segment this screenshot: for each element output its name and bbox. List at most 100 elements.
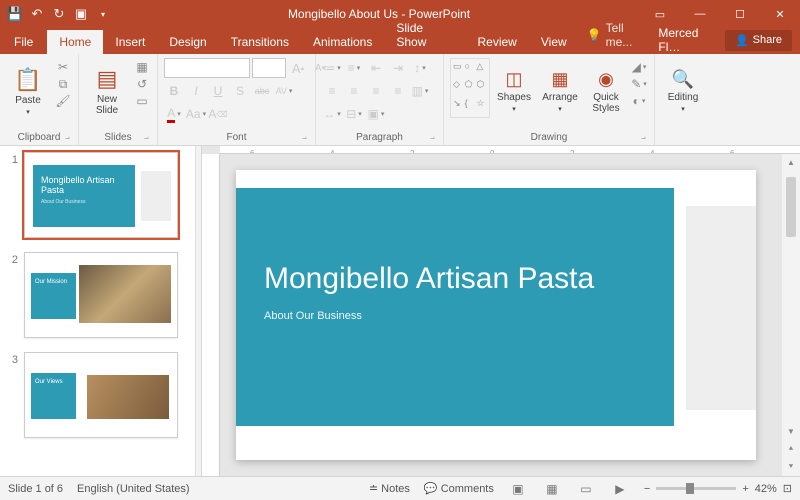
slide-canvas[interactable]: Mongibello Artisan Pasta About Our Busin… [220, 154, 782, 476]
shape-outline-icon[interactable]: ✎ [630, 77, 648, 91]
bold-button[interactable]: B [164, 81, 184, 101]
slide-title[interactable]: Mongibello Artisan Pasta [264, 262, 646, 296]
align-center-button[interactable]: ≡ [344, 81, 364, 101]
horizontal-ruler[interactable]: 6 4 2 0 2 4 6 [220, 146, 800, 154]
maximize-icon[interactable]: ☐ [720, 0, 760, 28]
bullets-button[interactable]: ≔ [322, 58, 342, 78]
current-slide[interactable]: Mongibello Artisan Pasta About Our Busin… [236, 170, 756, 460]
tab-home[interactable]: Home [47, 30, 103, 54]
format-painter-icon[interactable]: 🖌 [54, 94, 72, 108]
columns-button[interactable]: ▥ [410, 81, 430, 101]
arrange-label: Arrange [542, 92, 578, 103]
paste-button[interactable]: 📋Paste▾ [6, 58, 50, 124]
vertical-ruler[interactable] [202, 154, 220, 476]
clear-formatting-icon[interactable]: A⌫ [208, 104, 228, 124]
fit-to-window-icon[interactable]: ⊡ [783, 482, 792, 495]
user-area: Merced Fl… 👤Share [658, 26, 800, 54]
reset-icon[interactable]: ↺ [133, 77, 151, 91]
cut-icon[interactable]: ✂ [54, 60, 72, 74]
slideshow-view-icon[interactable]: ▶ [610, 482, 630, 496]
copy-icon[interactable]: ⧉ [54, 77, 72, 91]
tab-file[interactable]: File [0, 30, 47, 54]
grow-font-icon[interactable]: A▴ [288, 58, 308, 78]
reading-view-icon[interactable]: ▭ [576, 482, 596, 496]
vertical-scrollbar[interactable]: ▲ ▼ ⯅ ⯆ [782, 154, 800, 476]
redo-icon[interactable]: ↻ [50, 5, 68, 23]
scrollbar-thumb[interactable] [786, 177, 796, 237]
zoom-out-button[interactable]: − [644, 483, 650, 495]
smartart-button[interactable]: ▣ [366, 104, 386, 124]
zoom-slider[interactable] [656, 487, 736, 490]
thumbnail-1[interactable]: 1 Mongibello Artisan PastaAbout Our Busi… [8, 152, 193, 238]
scroll-up-icon[interactable]: ▲ [783, 154, 799, 171]
shadow-button[interactable]: S [230, 81, 250, 101]
tab-view[interactable]: View [529, 30, 579, 54]
arrange-button[interactable]: ▦Arrange▾ [538, 58, 582, 124]
save-icon[interactable]: 💾 [6, 5, 24, 23]
slide-side-placeholder[interactable] [686, 206, 756, 410]
minimize-icon[interactable]: — [680, 0, 720, 28]
signed-in-user[interactable]: Merced Fl… [658, 26, 717, 54]
tab-design[interactable]: Design [157, 30, 218, 54]
change-case-button[interactable]: Aa [186, 104, 206, 124]
slide-title-block[interactable]: Mongibello Artisan Pasta About Our Busin… [236, 188, 674, 426]
notes-button[interactable]: ≐ Notes [369, 482, 410, 495]
qat-more-icon[interactable]: ▾ [94, 5, 112, 23]
font-size-combo[interactable] [252, 58, 286, 78]
scroll-down-icon[interactable]: ▼ [783, 423, 799, 440]
tab-insert[interactable]: Insert [103, 30, 157, 54]
slide-count[interactable]: Slide 1 of 6 [8, 483, 63, 495]
normal-view-icon[interactable]: ▣ [508, 482, 528, 496]
numbering-button[interactable]: ≡ [344, 58, 364, 78]
thumbnail-2[interactable]: 2 Our Mission [8, 252, 193, 338]
group-clipboard: 📋Paste▾ ✂ ⧉ 🖌 Clipboard [0, 54, 79, 145]
zoom-slider-handle[interactable] [686, 483, 694, 494]
section-icon[interactable]: ▭ [133, 94, 151, 108]
zoom-percent[interactable]: 42% [755, 483, 777, 495]
status-bar: Slide 1 of 6 English (United States) ≐ N… [0, 476, 800, 500]
sorter-view-icon[interactable]: ▦ [542, 482, 562, 496]
tab-animations[interactable]: Animations [301, 30, 384, 54]
font-color-button[interactable]: A [164, 104, 184, 124]
prev-slide-icon[interactable]: ⯅ [784, 440, 798, 458]
font-family-combo[interactable] [164, 58, 250, 78]
shapes-gallery[interactable]: ▭○△◇⬠⬡↘{☆ [450, 58, 490, 118]
align-right-button[interactable]: ≡ [366, 81, 386, 101]
align-text-button[interactable]: ⊟ [344, 104, 364, 124]
comments-button[interactable]: 💬 Comments [424, 482, 494, 495]
layout-icon[interactable]: ▦ [133, 60, 151, 74]
tab-transitions[interactable]: Transitions [219, 30, 301, 54]
zoom-in-button[interactable]: + [742, 483, 748, 495]
increase-indent-button[interactable]: ⇥ [388, 58, 408, 78]
language-status[interactable]: English (United States) [77, 483, 190, 495]
paste-icon: 📋 [14, 67, 41, 93]
undo-icon[interactable]: ↶ [28, 5, 46, 23]
align-left-button[interactable]: ≡ [322, 81, 342, 101]
shapes-button[interactable]: ◫Shapes▾ [494, 58, 534, 124]
slide-thumbnails-panel[interactable]: 1 Mongibello Artisan PastaAbout Our Busi… [0, 146, 196, 476]
thumbnail-3[interactable]: 3 Our Views [8, 352, 193, 438]
quick-styles-button[interactable]: ◉Quick Styles [586, 58, 626, 124]
group-drawing: ▭○△◇⬠⬡↘{☆ ◫Shapes▾ ▦Arrange▾ ◉Quick Styl… [444, 54, 655, 145]
text-direction-button[interactable]: ↔ [322, 104, 342, 124]
shape-effects-icon[interactable]: ◐ [630, 94, 648, 108]
line-spacing-button[interactable]: ↕ [410, 58, 430, 78]
thumb-title: Mongibello Artisan Pasta [41, 175, 127, 196]
start-slideshow-icon[interactable]: ▣ [72, 5, 90, 23]
char-spacing-button[interactable]: AV [274, 81, 294, 101]
share-button[interactable]: 👤Share [725, 30, 792, 51]
tab-review[interactable]: Review [466, 30, 529, 54]
justify-button[interactable]: ≡ [388, 81, 408, 101]
tell-me-search[interactable]: 💡Tell me... [579, 16, 659, 54]
tab-slideshow[interactable]: Slide Show [384, 16, 465, 54]
italic-button[interactable]: I [186, 81, 206, 101]
underline-button[interactable]: U [208, 81, 228, 101]
new-slide-button[interactable]: ▤New Slide [85, 58, 129, 124]
close-icon[interactable]: ✕ [760, 0, 800, 28]
next-slide-icon[interactable]: ⯆ [784, 458, 798, 476]
slide-subtitle[interactable]: About Our Business [264, 310, 646, 322]
shape-fill-icon[interactable]: ◢ [630, 60, 648, 74]
strike-button[interactable]: abc [252, 81, 272, 101]
editing-button[interactable]: 🔍Editing▾ [661, 58, 705, 124]
decrease-indent-button[interactable]: ⇤ [366, 58, 386, 78]
